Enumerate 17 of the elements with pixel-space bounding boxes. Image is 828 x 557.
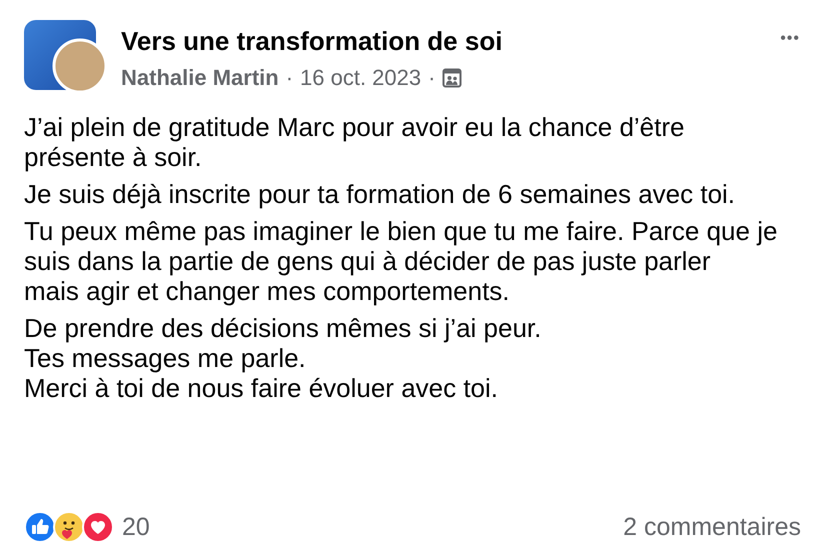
avatar-photos-drawing[interactable]	[24, 20, 106, 92]
author-name[interactable]: Nathalie Martin	[121, 65, 279, 91]
heart-reaction-icon	[82, 511, 114, 543]
group-audience-icon	[442, 68, 462, 88]
post-paragraph: De prendre des décisions mêmes si j’ai peur. Tes messages me parle. Merci à toi de nous faire évoluer avec toi.	[24, 313, 542, 403]
more-options-button[interactable]: •••	[780, 30, 800, 48]
post-date[interactable]: 16 oct. 2023	[300, 65, 422, 91]
like-reaction-icon	[24, 511, 56, 543]
post-paragraph: Je suis déjà inscrite pour ta formation de 6 semaines avec toi.	[24, 179, 736, 209]
hugging-emoji-icon	[53, 511, 85, 543]
separator: ·	[428, 65, 436, 91]
separator: ·	[286, 65, 294, 91]
group-name[interactable]: Vers une transformation de soi	[121, 26, 780, 57]
comments-count[interactable]: 2 commentaires	[623, 512, 801, 542]
post-paragraph: J’ai plein de gratitude Marc pour avoir eu la chance d’être présente à soir.	[24, 112, 686, 172]
reaction-count[interactable]: 20	[122, 512, 150, 542]
post-paragraph: Tu peux même pas imaginer le bien que tu me faire. Parce que je suis dans la partie de gens qui à décider de pas juste parler mais agir et changer mes comportements.	[24, 216, 778, 306]
